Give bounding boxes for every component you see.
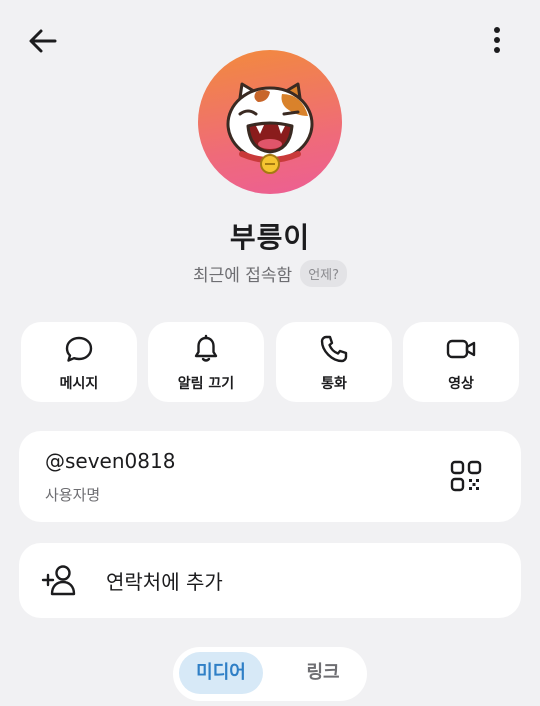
action-buttons: 메시지 알림 끄기 통화 영상 — [21, 322, 519, 402]
last-seen-status: 최근에 접속함 — [192, 265, 293, 286]
add-contact-button[interactable]: 연락처에 추가 — [19, 543, 521, 618]
username-label: 사용자명 — [45, 486, 101, 504]
tab-media[interactable]: 미디어 — [179, 652, 263, 694]
qr-code-button[interactable] — [449, 459, 483, 493]
video-camera-icon — [446, 339, 476, 359]
add-contact-label: 연락처에 추가 — [106, 570, 223, 594]
call-button-label: 통화 — [321, 376, 347, 392]
media-tabs: 미디어 링크 — [173, 647, 367, 701]
calico-cat-sticker-icon — [226, 82, 314, 174]
username-card[interactable]: @seven0818 사용자명 — [19, 431, 521, 522]
back-button[interactable] — [26, 24, 60, 58]
more-options-button[interactable] — [484, 24, 510, 58]
username-value: @seven0818 — [45, 449, 176, 473]
call-button[interactable]: 통화 — [276, 322, 392, 402]
arrow-left-icon — [29, 29, 57, 53]
mute-notifications-label: 알림 끄기 — [177, 376, 235, 392]
last-seen-row: 최근에 접속함 언제? — [0, 258, 540, 288]
mute-notifications-button[interactable]: 알림 끄기 — [148, 322, 264, 402]
more-vertical-icon — [494, 27, 500, 53]
video-call-button[interactable]: 영상 — [403, 322, 519, 402]
last-seen-help-button[interactable]: 언제? — [300, 259, 348, 287]
chat-bubble-icon — [65, 336, 93, 362]
qr-code-icon — [450, 460, 482, 492]
phone-icon — [320, 335, 348, 363]
message-button-label: 메시지 — [59, 376, 99, 392]
message-button[interactable]: 메시지 — [21, 322, 137, 402]
avatar[interactable] — [198, 50, 342, 194]
tab-links[interactable]: 링크 — [283, 652, 363, 694]
bell-icon — [194, 334, 218, 362]
add-person-icon — [41, 565, 76, 596]
video-call-label: 영상 — [448, 376, 474, 392]
profile-name: 부릉이 — [229, 221, 311, 254]
